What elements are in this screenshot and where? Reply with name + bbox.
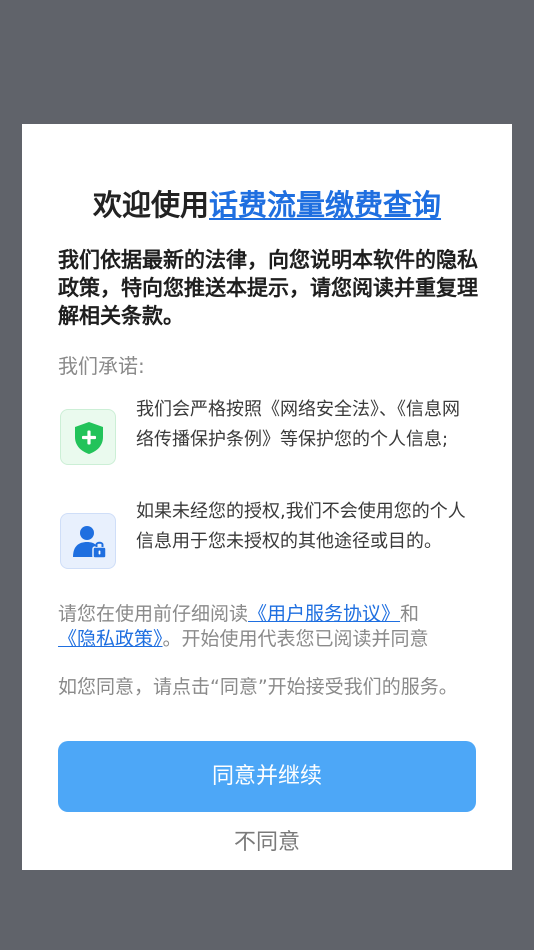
title-prefix: 欢迎使用 bbox=[92, 188, 209, 222]
user-lock-icon bbox=[60, 513, 116, 569]
promise-text-authorization: 如果未经您的授权,我们不会使用您的个人信息用于您未授权的其他途径或目的。 bbox=[136, 501, 466, 552]
dialog-title: 欢迎使用话费流量缴费查询 bbox=[22, 187, 512, 223]
shield-plus-icon bbox=[60, 409, 116, 465]
notice-and: 和 bbox=[400, 603, 420, 625]
notice-before: 请您在使用前仔细阅读 bbox=[58, 603, 249, 625]
consent-text: 如您同意，请点击“同意”开始接受我们的服务。 bbox=[58, 676, 458, 698]
agreement-notice: 请您在使用前仔细阅读《用户服务协议》和《隐私政策》。开始使用代表您已阅读并同意 bbox=[58, 602, 458, 652]
disagree-button[interactable]: 不同意 bbox=[22, 825, 512, 861]
promise-heading: 我们承诺: bbox=[58, 354, 145, 378]
user-agreement-link[interactable]: 《用户服务协议》 bbox=[248, 603, 400, 625]
intro-text: 我们依据最新的法律，向您说明本软件的隐私政策，特向您推送本提示，请您阅读并重复理… bbox=[58, 248, 478, 328]
promise-text-security: 我们会严格按照《网络安全法》、《信息网络传播保护条例》等保护您的个人信息; bbox=[136, 399, 460, 450]
app-name-link[interactable]: 话费流量缴费查询 bbox=[209, 188, 441, 222]
notice-after: 。开始使用代表您已阅读并同意 bbox=[162, 628, 429, 650]
privacy-policy-link[interactable]: 《隐私政策》 bbox=[58, 628, 163, 650]
privacy-dialog: 欢迎使用话费流量缴费查询 我们依据最新的法律，向您说明本软件的隐私政策，特向您推… bbox=[22, 124, 512, 870]
agree-continue-button[interactable]: 同意并继续 bbox=[58, 741, 476, 812]
